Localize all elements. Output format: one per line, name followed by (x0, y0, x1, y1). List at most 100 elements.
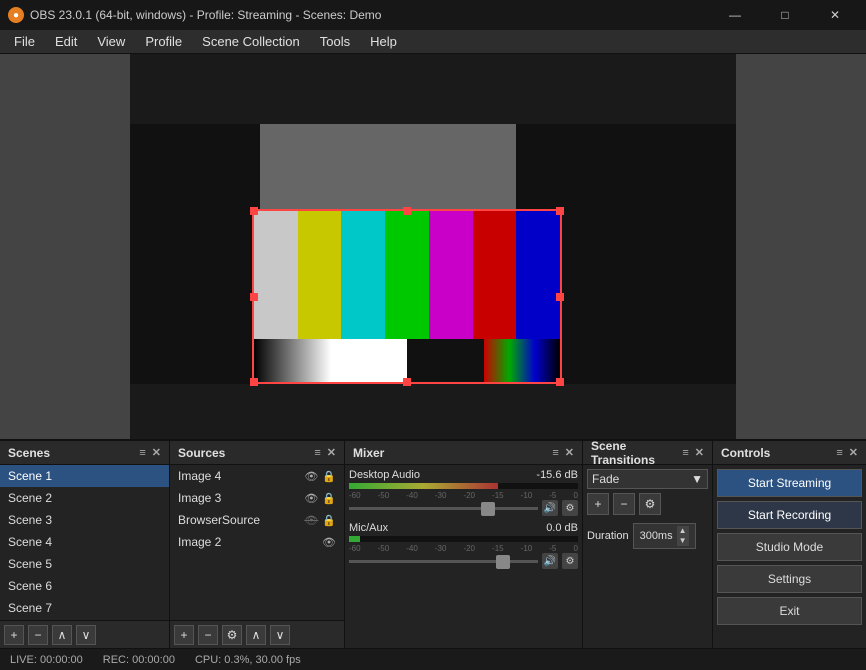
sources-down-button[interactable]: ∨ (270, 625, 290, 645)
duration-label: Duration (587, 530, 629, 542)
transitions-content: Fade ▼ + − ⚙ Duration 300ms ▲ ▼ (583, 465, 712, 648)
scenes-down-button[interactable]: ∨ (76, 625, 96, 645)
sources-filter-icon[interactable]: ≡ (314, 447, 320, 459)
handle-ml[interactable] (250, 293, 258, 301)
handle-bc[interactable] (403, 378, 411, 386)
menu-file[interactable]: File (4, 30, 45, 53)
menu-help[interactable]: Help (360, 30, 407, 53)
title-bar-controls: — □ ✕ (712, 0, 858, 30)
transitions-settings-button[interactable]: ⚙ (639, 493, 661, 515)
transitions-add-button[interactable]: + (587, 493, 609, 515)
mixer-mic-mute-button[interactable]: 🔊 (542, 553, 558, 569)
scene-item-6[interactable]: Scene 6 (0, 575, 169, 597)
studio-mode-button[interactable]: Studio Mode (717, 533, 862, 561)
source-item-image4[interactable]: Image 4 👁 🔒 (170, 465, 344, 487)
scenes-filter-icon[interactable]: ≡ (139, 447, 145, 459)
start-recording-button[interactable]: Start Recording (717, 501, 862, 529)
menu-scene-collection[interactable]: Scene Collection (192, 30, 310, 53)
duration-down-button[interactable]: ▼ (677, 536, 689, 546)
source-eye-icon-image4[interactable]: 👁 (304, 470, 318, 483)
scene-item-1[interactable]: Scene 1 (0, 465, 169, 487)
mixer-mic-slider[interactable] (349, 560, 538, 563)
mixer-header: Mixer ≡ ✕ (345, 441, 582, 465)
source-eye-icon-image2[interactable]: 👁 (322, 536, 336, 549)
scene-item-3[interactable]: Scene 3 (0, 509, 169, 531)
close-button[interactable]: ✕ (812, 0, 858, 30)
transitions-label: Scene Transitions (591, 439, 682, 467)
menu-edit[interactable]: Edit (45, 30, 87, 53)
sources-close-icon[interactable]: ✕ (327, 446, 336, 459)
mixer-mic-slider-row: 🔊 ⚙ (349, 553, 578, 569)
menu-profile[interactable]: Profile (135, 30, 192, 53)
bar-grad-bw (254, 339, 331, 382)
controls-close-icon[interactable]: ✕ (849, 446, 858, 459)
transition-fade-select[interactable]: Fade ▼ (587, 469, 708, 489)
mixer-desktop-settings-button[interactable]: ⚙ (562, 500, 578, 516)
sources-up-button[interactable]: ∧ (246, 625, 266, 645)
mixer-close-icon[interactable]: ✕ (565, 446, 574, 459)
source-item-image2[interactable]: Image 2 👁 (170, 531, 344, 553)
menu-view[interactable]: View (87, 30, 135, 53)
source-lock-icon-browser[interactable]: 🔒 (322, 514, 336, 527)
settings-button[interactable]: Settings (717, 565, 862, 593)
menu-bar: File Edit View Profile Scene Collection … (0, 30, 866, 54)
source-eye-off-icon-browser[interactable]: 👁 (304, 514, 318, 527)
scene-item-7[interactable]: Scene 7 (0, 597, 169, 619)
source-list: Image 4 👁 🔒 Image 3 👁 🔒 BrowserSource 👁 … (170, 465, 344, 620)
sources-add-button[interactable]: + (174, 625, 194, 645)
mixer-desktop-meter-fill (349, 483, 498, 489)
sources-toolbar: + − ⚙ ∧ ∨ (170, 620, 344, 648)
scene-item-4[interactable]: Scene 4 (0, 531, 169, 553)
handle-tr[interactable] (556, 207, 564, 215)
duration-up-button[interactable]: ▲ (677, 526, 689, 536)
controls-filter-icon[interactable]: ≡ (836, 447, 842, 459)
source-name-image3: Image 3 (178, 491, 221, 505)
transitions-filter-icon[interactable]: ≡ (682, 447, 688, 459)
handle-mr[interactable] (556, 293, 564, 301)
menu-tools[interactable]: Tools (310, 30, 360, 53)
color-bars[interactable] (252, 209, 562, 384)
mixer-desktop-slider-row: 🔊 ⚙ (349, 500, 578, 516)
scene-item-5[interactable]: Scene 5 (0, 553, 169, 575)
exit-button[interactable]: Exit (717, 597, 862, 625)
mixer-mic-meter-fill (349, 536, 360, 542)
sources-remove-button[interactable]: − (198, 625, 218, 645)
handle-bl[interactable] (250, 378, 258, 386)
handle-br[interactable] (556, 378, 564, 386)
source-lock-icon-image4[interactable]: 🔒 (322, 470, 336, 483)
start-streaming-button[interactable]: Start Streaming (717, 469, 862, 497)
black-patch-bl (130, 274, 265, 384)
scene-item-2[interactable]: Scene 2 (0, 487, 169, 509)
transitions-remove-button[interactable]: − (613, 493, 635, 515)
mixer-mic-thumb[interactable] (496, 555, 510, 569)
transition-buttons: + − ⚙ (587, 493, 708, 515)
mixer-desktop-thumb[interactable] (481, 502, 495, 516)
source-item-browser[interactable]: BrowserSource 👁 🔒 (170, 509, 344, 531)
handle-tl[interactable] (250, 207, 258, 215)
handle-tc[interactable] (403, 207, 411, 215)
bar-white (254, 211, 298, 339)
mixer-mic-settings-button[interactable]: ⚙ (562, 553, 578, 569)
source-lock-icon-image3[interactable]: 🔒 (322, 492, 336, 505)
bar-green (385, 211, 429, 339)
bar-white-bot (331, 339, 408, 382)
scene-list[interactable]: Scene 1Scene 2Scene 3Scene 4Scene 5Scene… (0, 465, 169, 620)
scenes-add-button[interactable]: + (4, 625, 24, 645)
sources-settings-button[interactable]: ⚙ (222, 625, 242, 645)
source-eye-icon-image3[interactable]: 👁 (304, 492, 318, 505)
mixer-mic-aux: Mic/Aux 0.0 dB -60 -50 -40 -30 -20 -15 -… (349, 522, 578, 569)
source-icons-browser: 👁 🔒 (304, 514, 336, 527)
mixer-desktop-slider[interactable] (349, 507, 538, 510)
scenes-header: Scenes ≡ ✕ (0, 441, 169, 465)
transitions-close-icon[interactable]: ✕ (695, 446, 704, 459)
source-item-image3[interactable]: Image 3 👁 🔒 (170, 487, 344, 509)
scenes-remove-button[interactable]: − (28, 625, 48, 645)
mixer-desktop-mute-button[interactable]: 🔊 (542, 500, 558, 516)
scenes-up-button[interactable]: ∧ (52, 625, 72, 645)
preview-area (0, 54, 866, 439)
maximize-button[interactable]: □ (762, 0, 808, 30)
minimize-button[interactable]: — (712, 0, 758, 30)
scenes-close-icon[interactable]: ✕ (152, 446, 161, 459)
mixer-mic-marks: -60 -50 -40 -30 -20 -15 -10 -5 0 (349, 544, 578, 553)
mixer-filter-icon[interactable]: ≡ (552, 447, 558, 459)
